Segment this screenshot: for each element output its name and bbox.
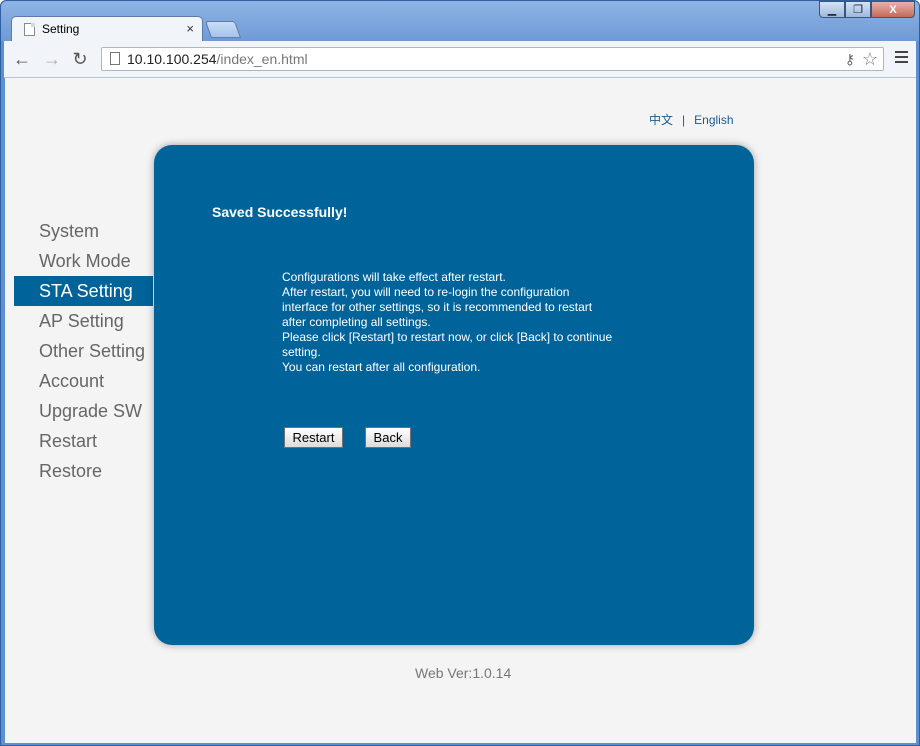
content-panel: Saved Successfully! Configurations will … <box>154 145 754 645</box>
lang-english-link[interactable]: English <box>694 113 733 127</box>
sidebar-item-sta-setting[interactable]: STA Setting <box>14 276 153 306</box>
page-icon <box>110 52 120 65</box>
restart-message: Configurations will take effect after re… <box>282 270 662 375</box>
sidebar-item-other-setting[interactable]: Other Setting <box>14 336 153 366</box>
forward-arrow-icon[interactable]: → <box>42 49 62 69</box>
sidebar-item-account[interactable]: Account <box>14 366 153 396</box>
language-switcher: 中文 | English <box>649 111 734 128</box>
new-tab-button[interactable] <box>204 21 242 38</box>
address-bar[interactable]: 10.10.100.254/index_en.html ⚷ ☆ <box>101 47 884 71</box>
url-path: /index_en.html <box>216 51 308 67</box>
browser-window: Setting × ▁ ❐ X ← → ↻ 10.10.100.254/inde… <box>0 0 920 746</box>
message-line: interface for other settings, so it is r… <box>282 300 593 314</box>
lang-separator: | <box>682 113 686 127</box>
back-button[interactable]: Back <box>365 427 411 448</box>
restart-button[interactable]: Restart <box>284 427 343 448</box>
browser-tab[interactable]: Setting × <box>11 16 203 42</box>
message-line: Please click [Restart] to restart now, o… <box>282 330 613 344</box>
web-version: Web Ver:1.0.14 <box>415 665 512 681</box>
bookmark-star-icon[interactable]: ☆ <box>862 49 878 70</box>
sidebar-item-ap-setting[interactable]: AP Setting <box>14 306 153 336</box>
close-window-button[interactable]: X <box>871 1 915 18</box>
reload-icon[interactable]: ↻ <box>70 49 90 69</box>
window-controls: ▁ ❐ X <box>819 1 915 19</box>
sidebar-item-upgrade-sw[interactable]: Upgrade SW <box>14 396 153 426</box>
close-tab-icon[interactable]: × <box>186 21 194 37</box>
page-icon <box>24 23 35 36</box>
sidebar-item-restart[interactable]: Restart <box>14 426 153 456</box>
url-text: 10.10.100.254/index_en.html <box>127 51 308 67</box>
message-line: after completing all settings. <box>282 315 431 329</box>
browser-toolbar: ← → ↻ 10.10.100.254/index_en.html ⚷ ☆ <box>4 41 916 78</box>
back-arrow-icon[interactable]: ← <box>12 49 32 69</box>
sidebar-item-system[interactable]: System <box>14 216 153 246</box>
panel-title: Saved Successfully! <box>212 204 348 220</box>
message-line: setting. <box>282 345 321 359</box>
sidebar-nav: System Work Mode STA Setting AP Setting … <box>14 216 153 486</box>
message-line: Configurations will take effect after re… <box>282 270 506 284</box>
tab-title: Setting <box>42 22 80 36</box>
key-icon[interactable]: ⚷ <box>845 51 855 68</box>
minimize-button[interactable]: ▁ <box>819 1 845 18</box>
sidebar-item-restore[interactable]: Restore <box>14 456 153 486</box>
sidebar-item-work-mode[interactable]: Work Mode <box>14 246 153 276</box>
url-host: 10.10.100.254 <box>127 51 217 67</box>
message-line: After restart, you will need to re-login… <box>282 285 570 299</box>
maximize-button[interactable]: ❐ <box>845 1 871 18</box>
lang-chinese-link[interactable]: 中文 <box>649 113 673 127</box>
page-content: 中文 | English System Work Mode STA Setting … <box>5 78 916 743</box>
message-line: You can restart after all configuration. <box>282 360 481 374</box>
menu-icon[interactable] <box>895 51 908 66</box>
title-bar: Setting × ▁ ❐ X <box>1 1 919 42</box>
